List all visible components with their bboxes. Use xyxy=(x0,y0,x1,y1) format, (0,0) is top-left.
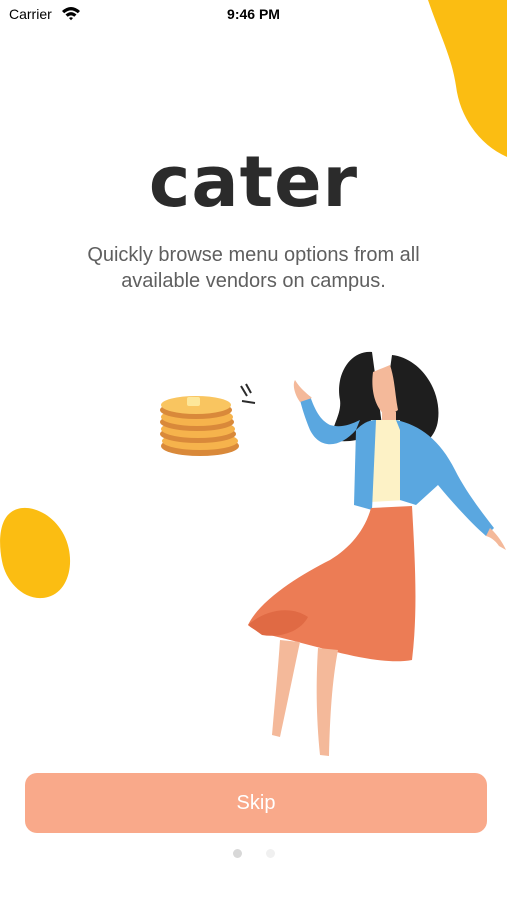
pancakes-icon xyxy=(160,383,256,456)
woman-figure xyxy=(248,351,506,756)
yellow-blob-left xyxy=(0,507,71,599)
page-dot-active[interactable] xyxy=(232,849,242,858)
page-indicator xyxy=(0,849,507,858)
yellow-blob-top-right xyxy=(428,0,507,157)
woman-pointing-at-pancakes-illustration xyxy=(160,351,506,756)
app-logo: cater xyxy=(148,141,359,223)
skip-button[interactable]: Skip xyxy=(25,773,487,833)
onboarding-tagline: Quickly browse menu options from all ava… xyxy=(87,244,420,292)
page-dot[interactable] xyxy=(265,849,275,858)
